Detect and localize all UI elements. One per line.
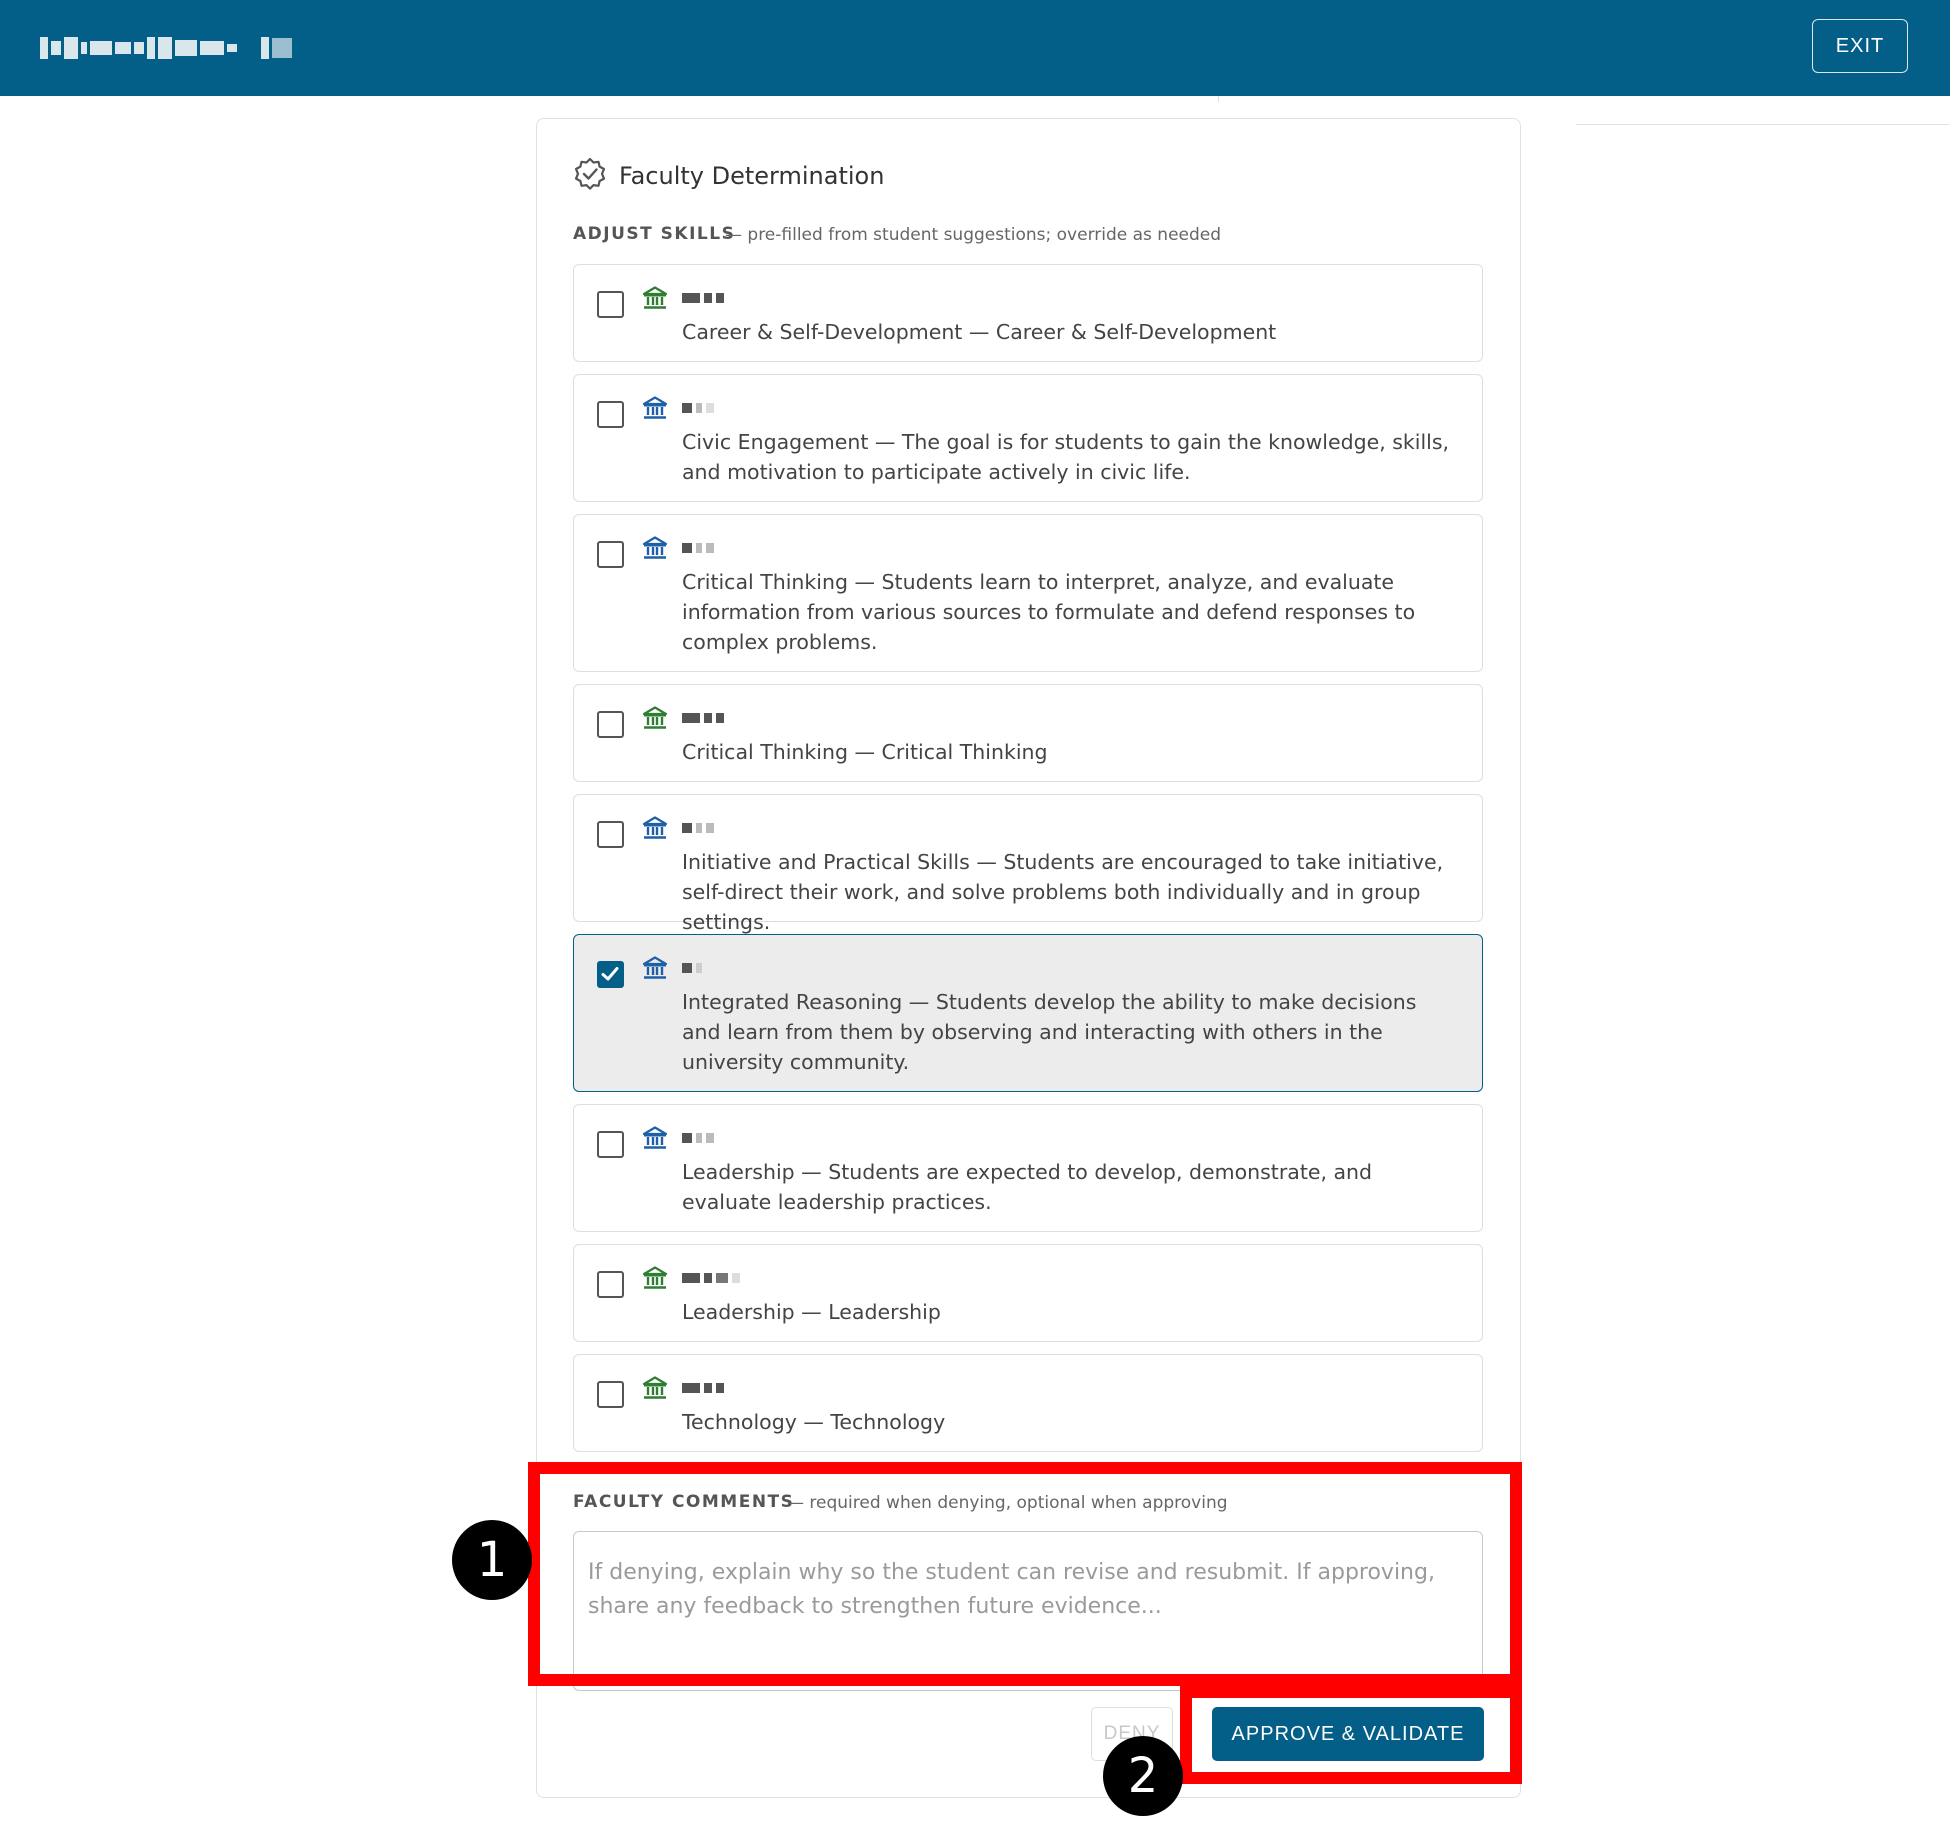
institution-icon: [642, 1375, 668, 1405]
exit-button[interactable]: EXIT: [1812, 19, 1908, 73]
background-divider: [1218, 96, 1219, 102]
faculty-comments-label: FACULTY COMMENTS: [573, 1492, 795, 1512]
adjust-skills-label: ADJUST SKILLS: [573, 224, 736, 244]
skill-description: Technology — Technology: [682, 1410, 946, 1434]
faculty-determination-card: Faculty Determination ADJUST SKILLS — pr…: [536, 118, 1521, 1798]
adjust-skills-hint: — pre-filled from student suggestions; o…: [725, 225, 1222, 245]
skill-code-redacted: [682, 1383, 724, 1393]
skill-description: Critical Thinking — Students learn to in…: [682, 570, 1416, 654]
faculty-determination-title: Faculty Determination: [619, 162, 885, 190]
skill-option[interactable]: Civic Engagement — The goal is for stude…: [573, 374, 1483, 502]
skill-option[interactable]: Leadership — Leadership: [573, 1244, 1483, 1342]
skill-code-redacted: [682, 1133, 714, 1143]
section-heading: Faculty Determination: [573, 157, 884, 195]
institution-icon: [642, 395, 668, 425]
approve-validate-button[interactable]: APPROVE & VALIDATE: [1212, 1707, 1484, 1761]
skill-description: Initiative and Practical Skills — Studen…: [682, 850, 1444, 934]
skill-option[interactable]: Integrated Reasoning — Students develop …: [573, 934, 1483, 1092]
skill-checkbox[interactable]: [597, 1381, 624, 1408]
institution-icon: [642, 1125, 668, 1155]
skill-description: Integrated Reasoning — Students develop …: [682, 990, 1417, 1074]
skill-checkbox[interactable]: [597, 711, 624, 738]
app-logo-redacted: [40, 33, 292, 63]
institution-icon: [642, 705, 668, 735]
skill-option[interactable]: Initiative and Practical Skills — Studen…: [573, 794, 1483, 934]
skill-description: Critical Thinking — Critical Thinking: [682, 740, 1048, 764]
skill-code-redacted: [682, 713, 724, 723]
skill-checkbox[interactable]: [597, 291, 624, 318]
skill-code-redacted: [682, 1273, 740, 1283]
skill-code-redacted: [682, 963, 702, 973]
callout-badge-2: 2: [1103, 1736, 1183, 1816]
skill-option[interactable]: Critical Thinking — Students learn to in…: [573, 514, 1483, 672]
verified-badge-icon: [573, 157, 607, 195]
skill-option[interactable]: Critical Thinking — Critical Thinking: [573, 684, 1483, 782]
institution-icon: [642, 535, 668, 565]
skill-code-redacted: [682, 403, 714, 413]
callout-badge-1: 1: [452, 1520, 532, 1600]
skill-code-redacted: [682, 293, 724, 303]
skill-description: Leadership — Students are expected to de…: [682, 1160, 1373, 1214]
skill-description: Civic Engagement — The goal is for stude…: [682, 430, 1450, 484]
skill-checkbox[interactable]: [597, 961, 624, 988]
background-divider: [1576, 124, 1950, 125]
faculty-comments-hint: — required when denying, optional when a…: [787, 1493, 1228, 1513]
faculty-comments-field[interactable]: [573, 1531, 1483, 1691]
top-bar: EXIT: [0, 0, 1950, 96]
skill-option[interactable]: Leadership — Students are expected to de…: [573, 1104, 1483, 1232]
skill-code-redacted: [682, 823, 714, 833]
skill-code-redacted: [682, 543, 714, 553]
skill-description: Career & Self-Development — Career & Sel…: [682, 320, 1277, 344]
skill-option[interactable]: Technology — Technology: [573, 1354, 1483, 1452]
skill-option[interactable]: Career & Self-Development — Career & Sel…: [573, 264, 1483, 362]
institution-icon: [642, 815, 668, 845]
institution-icon: [642, 1265, 668, 1295]
skill-checkbox[interactable]: [597, 1271, 624, 1298]
skill-checkbox[interactable]: [597, 1131, 624, 1158]
skill-description: Leadership — Leadership: [682, 1300, 941, 1324]
skill-checkbox[interactable]: [597, 541, 624, 568]
institution-icon: [642, 955, 668, 985]
skill-checkbox[interactable]: [597, 401, 624, 428]
institution-icon: [642, 285, 668, 315]
skill-checkbox[interactable]: [597, 821, 624, 848]
